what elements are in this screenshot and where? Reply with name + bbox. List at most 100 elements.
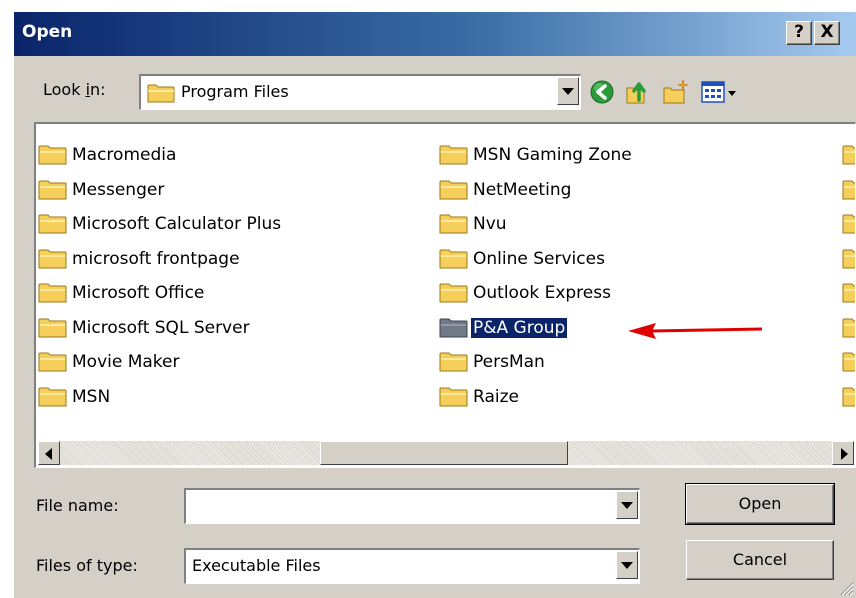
folder-item-label: Microsoft Office [72,283,205,304]
file-list[interactable]: Macromedia Messenger Microsoft Calculator … [34,122,856,468]
horizontal-scrollbar[interactable] [38,441,854,465]
files-of-type-value: Executable Files [192,556,321,575]
folder-item[interactable]: microsoft frontpage [38,242,283,277]
folder-item-label: MSN Gaming Zone [473,145,632,166]
folder-icon [439,249,468,269]
folder-icon [842,387,855,407]
folder-item-partial[interactable] [842,242,855,277]
folder-item[interactable]: Outlook Express [439,276,634,311]
folder-icon [842,180,855,200]
look-in-dropdown-button[interactable] [557,77,579,105]
folder-item-partial[interactable] [842,380,855,415]
folder-item-partial[interactable] [842,173,855,208]
folder-item-label: NetMeeting [473,179,572,200]
folder-item-label: Movie Maker [72,352,180,373]
arrow-right-icon [841,448,848,460]
folder-item-label: Macromedia [72,145,177,166]
new-folder-icon[interactable] [662,78,690,106]
folder-item-partial[interactable] [842,311,855,346]
scrollbar-thumb[interactable] [320,441,568,465]
open-dialog: Open ? X Look in: Program Files Macromed… [12,10,856,598]
folder-item[interactable]: PersMan [439,345,634,380]
folder-icon [842,283,855,303]
folder-item-label: PersMan [473,352,545,373]
folder-icon [38,214,67,234]
files-of-type-label: Files of type: [36,556,138,575]
folder-item[interactable]: Nvu [439,207,634,242]
folder-item[interactable]: P&A Group [439,311,634,346]
folder-icon [439,318,468,338]
folder-item-partial[interactable] [842,276,855,311]
folder-item-label: microsoft frontpage [72,248,240,269]
look-in-value: Program Files [181,82,289,101]
file-list-column-2: MSN Gaming Zone NetMeeting Nvu Online Servi… [439,138,634,414]
folder-item[interactable]: MSN [38,380,283,415]
file-list-column-3-partial [842,138,855,415]
folder-icon [842,352,855,372]
help-button[interactable]: ? [786,21,812,45]
folder-icon [38,180,67,200]
folder-item[interactable]: Microsoft Calculator Plus [38,207,283,242]
folder-icon [147,84,175,103]
folder-item-label: Nvu [473,214,507,235]
scroll-left-button[interactable] [38,441,60,465]
folder-item[interactable]: Movie Maker [38,345,283,380]
up-one-level-icon[interactable] [624,78,652,106]
folder-icon [439,214,468,234]
window-title: Open [22,22,73,42]
arrow-left-icon [45,448,52,460]
folder-item-label: Microsoft Calculator Plus [72,214,282,235]
folder-icon [38,249,67,269]
folder-item[interactable]: Messenger [38,173,283,208]
folder-item[interactable]: NetMeeting [439,173,634,208]
chevron-down-icon [621,562,633,569]
folder-item-label: Outlook Express [473,283,611,304]
folder-item-partial[interactable] [842,207,855,242]
chevron-down-icon [621,502,633,509]
folder-item-partial[interactable] [842,138,855,173]
folder-item[interactable]: Online Services [439,242,634,277]
folder-item-label: Messenger [72,179,165,200]
folder-item-label: Microsoft SQL Server [72,317,250,338]
folder-icon [439,145,468,165]
open-button[interactable]: Open [685,483,835,525]
file-name-label: File name: [36,496,119,515]
annotation-arrow-icon [628,323,763,339]
look-in-dropdown[interactable]: Program Files [139,74,581,110]
close-button[interactable]: X [814,21,840,45]
folder-item-label: MSN [72,386,111,407]
folder-icon [439,180,468,200]
folder-icon [38,145,67,165]
file-name-input[interactable] [184,488,640,524]
files-of-type-dropdown-button[interactable] [616,551,638,579]
folder-item[interactable]: Microsoft SQL Server [38,311,283,346]
views-menu-icon[interactable] [700,78,740,106]
folder-icon [842,214,855,234]
folder-icon [38,283,67,303]
look-in-label: Look in: [43,80,106,99]
folder-item[interactable]: Microsoft Office [38,276,283,311]
title-bar[interactable]: Open ? X [14,12,856,56]
folder-icon [842,318,855,338]
cancel-button[interactable]: Cancel [686,540,834,580]
folder-icon [842,145,855,165]
folder-item[interactable]: Macromedia [38,138,283,173]
folder-icon [38,318,67,338]
folder-icon [38,352,67,372]
files-of-type-dropdown[interactable]: Executable Files [184,548,640,584]
folder-item[interactable]: Raize [439,380,634,415]
chevron-down-icon [562,88,574,95]
file-name-dropdown-button[interactable] [616,491,638,519]
folder-icon [439,283,468,303]
folder-icon [439,387,468,407]
back-icon[interactable] [588,78,616,106]
resize-grip-icon[interactable] [838,580,854,596]
folder-icon [38,387,67,407]
file-list-column-1: Macromedia Messenger Microsoft Calculator … [38,138,283,414]
folder-item-partial[interactable] [842,345,855,380]
folder-item-label: Raize [473,386,519,407]
folder-item-label: Online Services [473,248,605,269]
folder-item-label: P&A Group [469,316,569,339]
scroll-right-button[interactable] [832,441,854,465]
folder-item[interactable]: MSN Gaming Zone [439,138,634,173]
